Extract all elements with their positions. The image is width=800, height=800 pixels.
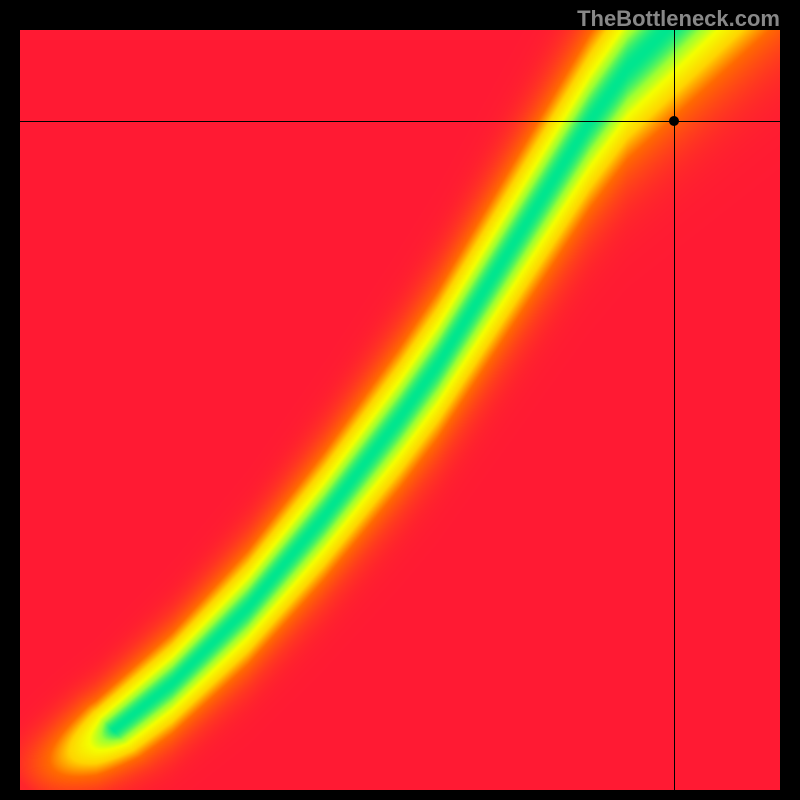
crosshair-vertical [674,30,675,790]
watermark-text: TheBottleneck.com [577,6,780,32]
selection-marker [669,116,679,126]
heatmap-canvas [20,30,780,790]
chart-container: TheBottleneck.com [0,0,800,800]
heatmap-plot [20,30,780,790]
crosshair-horizontal [20,121,780,122]
